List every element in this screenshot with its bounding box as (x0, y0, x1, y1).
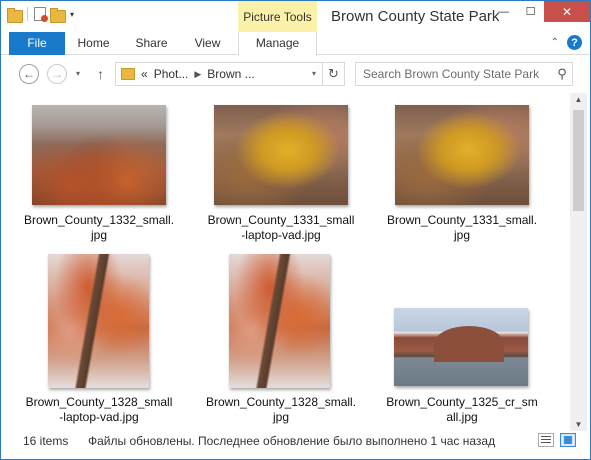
file-name-line: Brown_County_1331_small (207, 213, 355, 227)
scroll-up-arrow-icon[interactable]: ▲ (570, 95, 587, 104)
file-thumbnail[interactable] (394, 308, 528, 386)
properties-icon[interactable] (34, 7, 48, 22)
search-icon[interactable]: ⚲ (552, 66, 572, 82)
file-name-line: Brown_County_1328_small (25, 395, 173, 409)
ribbon-tabs: File Home Share View Manage ⌃ ? (1, 32, 590, 56)
file-thumbnail[interactable] (32, 105, 166, 205)
collapse-ribbon-icon[interactable]: ⌃ (551, 37, 559, 48)
new-folder-icon[interactable] (50, 7, 66, 23)
tab-file[interactable]: File (9, 32, 65, 55)
file-thumbnail[interactable] (395, 105, 529, 205)
file-name-line: -laptop-vad.jpg (241, 228, 321, 242)
back-button[interactable]: ← (19, 64, 39, 84)
hill-shape (434, 326, 504, 362)
file-name[interactable]: Brown_County_1332_small. jpg (19, 213, 179, 243)
toolbar-separator (27, 7, 28, 21)
file-thumbnail[interactable] (48, 254, 149, 388)
view-switcher (538, 433, 576, 447)
large-icons-view-icon[interactable] (560, 433, 576, 447)
file-name[interactable]: Brown_County_1328_small. jpg (201, 395, 361, 425)
quick-access-toolbar: ▾ (7, 7, 74, 23)
file-thumbnail[interactable] (214, 105, 348, 205)
window-title: Brown County State Park (331, 8, 500, 25)
address-bar[interactable]: « Phot... ▶ Brown ... ▾ ↻ (115, 62, 345, 86)
folder-icon[interactable] (7, 7, 23, 23)
file-name[interactable]: Brown_County_1331_small -laptop-vad.jpg (201, 213, 361, 243)
file-name-line: Brown_County_1331_small. (386, 213, 538, 227)
ribbon-right-controls: ⌃ ? (551, 35, 582, 50)
file-name-line: Brown_County_1332_small. (23, 213, 175, 227)
window-controls: — ☐ ✕ (490, 1, 590, 22)
recent-locations-icon[interactable]: ▾ (76, 69, 80, 78)
file-name-line: jpg (90, 228, 107, 242)
forward-button[interactable]: → (47, 64, 67, 84)
file-name-line: Brown_County_1325_cr_sm (386, 395, 538, 409)
address-dropdown-icon[interactable]: ▾ (312, 69, 316, 78)
breadcrumb-photos[interactable]: Phot... (154, 67, 189, 81)
search-box[interactable]: ⚲ (355, 62, 573, 86)
explorer-window: ▾ Picture Tools Brown County State Park … (0, 0, 591, 460)
maximize-button[interactable]: ☐ (517, 1, 544, 22)
breadcrumb-brown-county[interactable]: Brown ... (207, 67, 254, 81)
file-name-line: -laptop-vad.jpg (59, 410, 139, 424)
help-icon[interactable]: ? (567, 35, 582, 50)
scroll-down-arrow-icon[interactable]: ▼ (570, 420, 587, 429)
search-input[interactable] (356, 67, 552, 81)
item-count: 16 items (23, 434, 69, 448)
up-button[interactable]: ↑ (97, 66, 104, 82)
file-name[interactable]: Brown_County_1328_small -laptop-vad.jpg (19, 395, 179, 425)
file-name-line: jpg (272, 410, 289, 424)
scrollbar-thumb[interactable] (573, 110, 584, 211)
status-bar: 16 items Файлы обновлены. Последнее обно… (1, 431, 590, 459)
status-message: Файлы обновлены. Последнее обновление бы… (88, 434, 496, 448)
file-name[interactable]: Brown_County_1325_cr_sm all.jpg (382, 395, 542, 425)
close-button[interactable]: ✕ (544, 1, 590, 22)
file-name-line: Brown_County_1328_small. (205, 395, 357, 409)
tab-share[interactable]: Share (129, 32, 174, 55)
file-name-line: all.jpg (446, 410, 478, 424)
refresh-button[interactable]: ↻ (322, 63, 344, 85)
customize-toolbar-chevron-icon[interactable]: ▾ (70, 10, 74, 19)
location-folder-icon (121, 68, 135, 80)
breadcrumb-overflow[interactable]: « (141, 67, 148, 81)
details-view-icon[interactable] (538, 433, 554, 447)
picture-tools-label: Picture Tools (243, 10, 312, 24)
tab-manage[interactable]: Manage (238, 32, 317, 56)
tab-view[interactable]: View (185, 32, 230, 55)
breadcrumb-arrow-icon[interactable]: ▶ (194, 69, 201, 80)
tab-home[interactable]: Home (71, 32, 116, 55)
title-bar: ▾ Picture Tools Brown County State Park … (1, 1, 590, 54)
minimize-button[interactable]: — (490, 1, 517, 22)
file-name-line: jpg (453, 228, 470, 242)
vertical-scrollbar[interactable]: ▲ ▼ (570, 93, 587, 431)
file-name[interactable]: Brown_County_1331_small. jpg (382, 213, 542, 243)
navigation-bar: ← → ▾ ↑ « Phot... ▶ Brown ... ▾ ↻ ⚲ (1, 59, 590, 89)
file-list: Brown_County_1332_small. jpg Brown_Count… (1, 93, 566, 431)
file-thumbnail[interactable] (229, 254, 330, 388)
